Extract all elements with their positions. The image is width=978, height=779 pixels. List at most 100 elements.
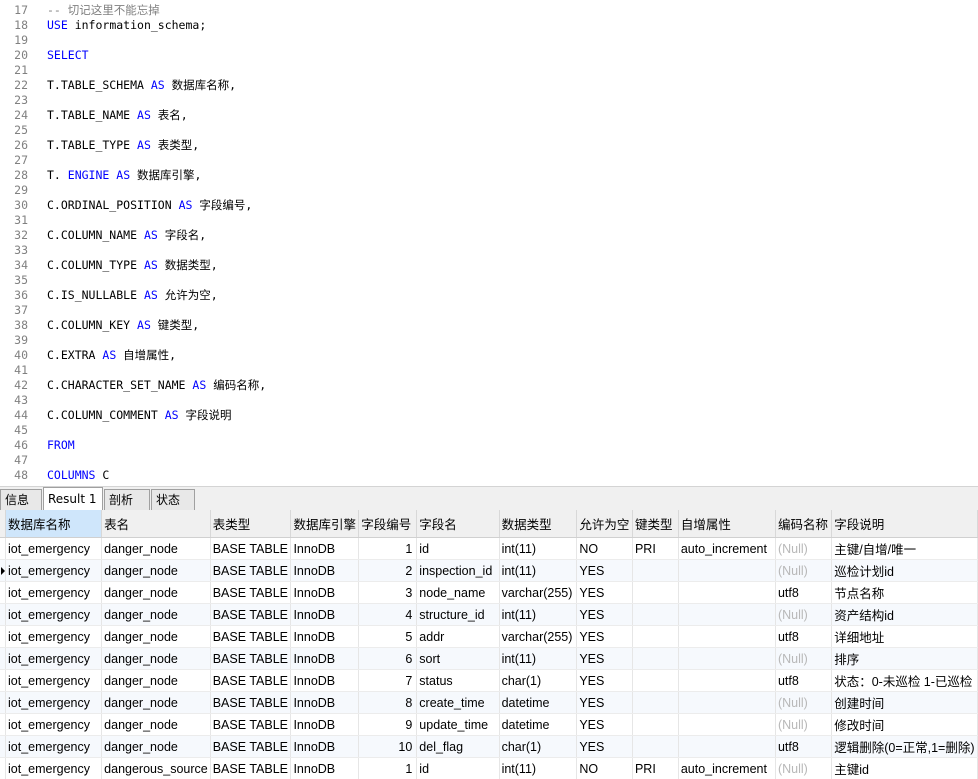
column-header[interactable]: 编码名称 — [775, 510, 833, 538]
table-row[interactable]: iot_emergency danger_node BASE TABLE InnoDB… — [0, 647, 978, 670]
table-row[interactable]: iot_emergency danger_node BASE TABLE InnoDB… — [0, 581, 978, 604]
table-cell[interactable]: NO — [576, 537, 633, 560]
table-cell[interactable] — [678, 625, 776, 648]
column-header[interactable]: 字段说明 — [831, 510, 978, 538]
table-cell[interactable]: auto_increment — [678, 757, 776, 779]
table-cell[interactable]: utf8 — [775, 735, 833, 758]
table-cell[interactable]: BASE TABLE — [210, 559, 292, 582]
table-cell[interactable]: YES — [576, 669, 633, 692]
table-cell[interactable] — [678, 691, 776, 714]
table-cell[interactable]: InnoDB — [290, 691, 360, 714]
table-cell[interactable]: 修改时间 — [831, 713, 978, 736]
table-cell[interactable]: 逻辑删除(0=正常,1=删除) — [831, 735, 978, 758]
table-cell[interactable] — [632, 581, 679, 604]
table-cell[interactable]: char(1) — [499, 735, 578, 758]
table-cell[interactable]: 6 — [358, 647, 418, 670]
table-cell[interactable]: 5 — [358, 625, 418, 648]
table-cell[interactable] — [632, 625, 679, 648]
table-cell[interactable]: danger_node — [101, 603, 211, 626]
table-cell[interactable]: create_time — [416, 691, 500, 714]
table-cell[interactable]: utf8 — [775, 669, 833, 692]
table-cell[interactable]: BASE TABLE — [210, 691, 292, 714]
column-header[interactable]: 数据类型 — [499, 510, 578, 538]
table-cell[interactable]: iot_emergency — [5, 713, 103, 736]
table-cell[interactable]: BASE TABLE — [210, 735, 292, 758]
table-cell[interactable]: utf8 — [775, 625, 833, 648]
table-cell[interactable] — [678, 669, 776, 692]
table-cell[interactable] — [678, 603, 776, 626]
table-cell[interactable]: YES — [576, 713, 633, 736]
column-header[interactable]: 表名 — [101, 510, 211, 538]
table-cell[interactable]: 1 — [358, 757, 418, 779]
table-cell[interactable] — [632, 669, 679, 692]
table-cell[interactable]: danger_node — [101, 625, 211, 648]
table-cell[interactable]: int(11) — [499, 757, 578, 779]
table-cell[interactable]: danger_node — [101, 581, 211, 604]
table-cell[interactable]: update_time — [416, 713, 500, 736]
table-cell[interactable]: iot_emergency — [5, 603, 103, 626]
table-cell[interactable]: iot_emergency — [5, 647, 103, 670]
table-cell[interactable]: addr — [416, 625, 500, 648]
table-cell[interactable]: InnoDB — [290, 603, 360, 626]
table-cell[interactable]: PRI — [632, 757, 679, 779]
table-cell[interactable]: InnoDB — [290, 625, 360, 648]
table-cell[interactable]: InnoDB — [290, 669, 360, 692]
table-cell[interactable] — [632, 559, 679, 582]
table-cell[interactable]: status — [416, 669, 500, 692]
table-cell[interactable]: 状态：0-未巡检 1-已巡检 — [831, 669, 978, 692]
table-cell[interactable]: varchar(255) — [499, 625, 578, 648]
table-cell[interactable]: InnoDB — [290, 581, 360, 604]
table-cell[interactable]: (Null) — [775, 603, 833, 626]
table-cell[interactable] — [632, 735, 679, 758]
tab-status[interactable]: 状态 — [151, 489, 195, 510]
sql-editor[interactable]: 17 -- 切记这里不能忘掉 18 USE information_schema; 19… — [0, 0, 978, 486]
table-cell[interactable]: YES — [576, 603, 633, 626]
table-cell[interactable]: iot_emergency — [5, 559, 103, 582]
table-cell[interactable]: 详细地址 — [831, 625, 978, 648]
column-header[interactable]: 字段名 — [416, 510, 500, 538]
table-cell[interactable]: (Null) — [775, 713, 833, 736]
table-cell[interactable]: iot_emergency — [5, 691, 103, 714]
table-row[interactable]: iot_emergency dangerous_source BASE TABLE I… — [0, 757, 978, 779]
table-cell[interactable] — [678, 581, 776, 604]
table-cell[interactable]: PRI — [632, 537, 679, 560]
table-cell[interactable]: BASE TABLE — [210, 537, 292, 560]
table-cell[interactable]: BASE TABLE — [210, 669, 292, 692]
column-header[interactable]: 表类型 — [210, 510, 292, 538]
table-row[interactable]: iot_emergency danger_node BASE TABLE InnoDB… — [0, 691, 978, 714]
table-cell[interactable]: InnoDB — [290, 537, 360, 560]
table-cell[interactable]: iot_emergency — [5, 735, 103, 758]
table-cell[interactable]: YES — [576, 559, 633, 582]
table-cell[interactable]: inspection_id — [416, 559, 500, 582]
table-cell[interactable]: danger_node — [101, 735, 211, 758]
table-cell[interactable]: 资产结构id — [831, 603, 978, 626]
table-cell[interactable]: (Null) — [775, 559, 833, 582]
table-row[interactable]: iot_emergency danger_node BASE TABLE InnoDB… — [0, 735, 978, 758]
table-cell[interactable]: dangerous_source — [101, 757, 211, 779]
table-cell[interactable]: InnoDB — [290, 735, 360, 758]
table-cell[interactable]: int(11) — [499, 603, 578, 626]
tab-result-1[interactable]: Result 1 — [43, 487, 103, 511]
table-cell[interactable]: NO — [576, 757, 633, 779]
column-header[interactable]: 键类型 — [632, 510, 679, 538]
tab-info[interactable]: 信息 — [0, 489, 42, 510]
column-header[interactable]: 自增属性 — [678, 510, 776, 538]
table-cell[interactable] — [678, 713, 776, 736]
table-cell[interactable]: 主键id — [831, 757, 978, 779]
table-cell[interactable]: iot_emergency — [5, 757, 103, 779]
table-cell[interactable]: 8 — [358, 691, 418, 714]
table-cell[interactable]: del_flag — [416, 735, 500, 758]
table-cell[interactable]: InnoDB — [290, 559, 360, 582]
table-cell[interactable]: BASE TABLE — [210, 713, 292, 736]
table-cell[interactable] — [632, 603, 679, 626]
table-cell[interactable]: int(11) — [499, 647, 578, 670]
table-cell[interactable]: BASE TABLE — [210, 625, 292, 648]
table-cell[interactable]: id — [416, 757, 500, 779]
table-cell[interactable]: BASE TABLE — [210, 647, 292, 670]
table-cell[interactable]: YES — [576, 625, 633, 648]
result-grid[interactable]: 数据库名称 表名 表类型 数据库引擎 字段编号 字段名 数据类型 允许为空 键类型 自增属性 编码名… — [0, 510, 978, 779]
table-cell[interactable] — [678, 735, 776, 758]
table-cell[interactable]: id — [416, 537, 500, 560]
table-cell[interactable]: char(1) — [499, 669, 578, 692]
table-row[interactable]: iot_emergency danger_node BASE TABLE InnoDB… — [0, 625, 978, 648]
